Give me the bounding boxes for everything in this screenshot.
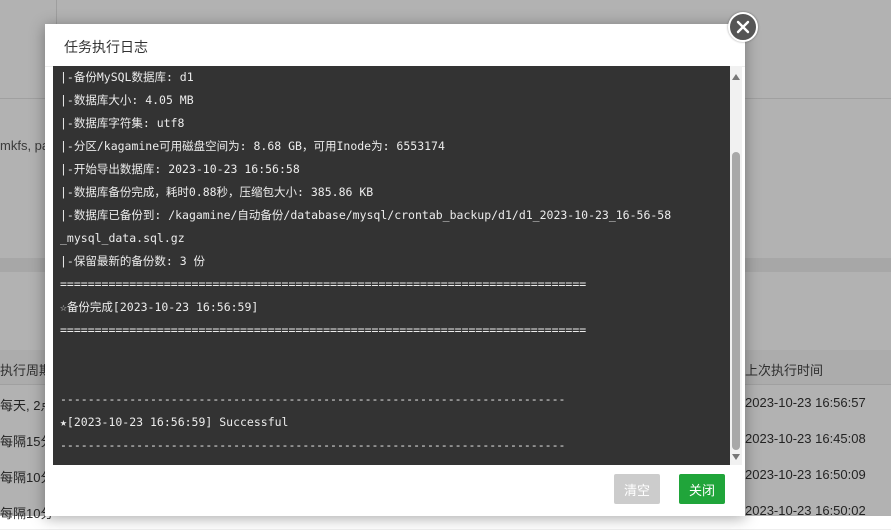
dialog-footer: 清空 关闭 (45, 465, 745, 516)
dialog-title: 任务执行日志 (64, 40, 148, 56)
log-line: |-数据库备份完成，耗时0.88秒，压缩包大小: 385.86 KB (60, 185, 374, 199)
scroll-up-arrow-icon[interactable] (732, 74, 740, 80)
log-line: ☆备份完成[2023-10-23 16:56:59] (60, 300, 259, 314)
log-line: |-数据库大小: 4.05 MB (60, 93, 194, 107)
dialog-header: 任务执行日志 (45, 24, 745, 67)
log-scrollbar[interactable] (730, 66, 742, 465)
scroll-thumb[interactable] (732, 152, 740, 450)
log-line: |-开始导出数据库: 2023-10-23 16:56:58 (60, 162, 300, 176)
log-output-area[interactable]: |-备份MySQL数据库: d1 |-数据库大小: 4.05 MB |-数据库字符集… (53, 66, 730, 465)
log-line: _mysql_data.sql.gz (60, 231, 185, 245)
close-icon[interactable] (728, 12, 758, 42)
log-line: |-数据库字符集: utf8 (60, 116, 185, 130)
log-line: ----------------------------------------… (60, 392, 566, 406)
close-button[interactable]: 关闭 (679, 474, 725, 504)
log-line: |-数据库已备份到: /kagamine/自动备份/database/mysql… (60, 208, 672, 222)
log-line: ----------------------------------------… (60, 438, 566, 452)
log-lines: |-备份MySQL数据库: d1 |-数据库大小: 4.05 MB |-数据库字符集… (60, 66, 725, 457)
task-log-dialog: 任务执行日志 |-备份MySQL数据库: d1 |-数据库大小: 4.05 MB |… (45, 24, 745, 516)
clear-button[interactable]: 清空 (614, 474, 660, 504)
log-line: |-备份MySQL数据库: d1 (60, 70, 194, 84)
log-line: |-分区/kagamine可用磁盘空间为: 8.68 GB，可用Inode为: … (60, 139, 445, 153)
log-line: ========================================… (60, 277, 587, 291)
log-line: ========================================… (60, 323, 587, 337)
scroll-down-arrow-icon[interactable] (732, 454, 740, 460)
log-line: |-保留最新的备份数: 3 份 (60, 254, 206, 268)
log-line: ★[2023-10-23 16:56:59] Successful (60, 415, 289, 429)
